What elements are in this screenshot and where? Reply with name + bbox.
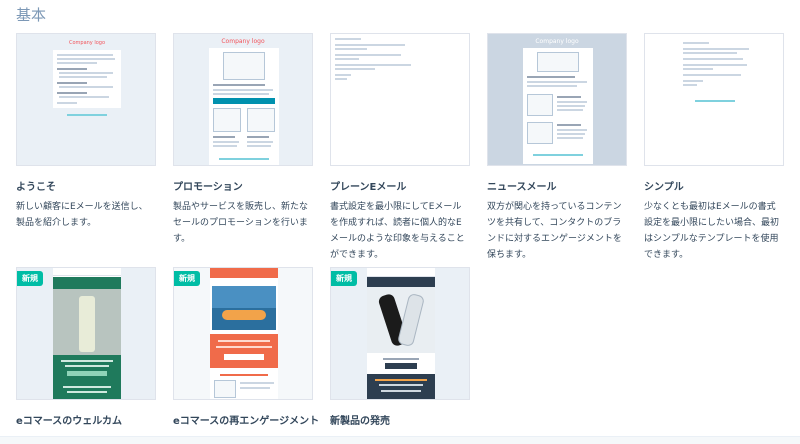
template-thumbnail-newsletter[interactable]: Company logo bbox=[487, 33, 627, 166]
template-title: 新製品の発売 bbox=[330, 416, 390, 427]
template-description: 少なくとも最初はEメールの書式設定を最小限にしたい場合、最初はシンプルなテンプレ… bbox=[644, 202, 780, 260]
template-title: ようこそ bbox=[16, 182, 56, 193]
template-title: シンプル bbox=[644, 182, 684, 193]
template-thumbnail-plain-email[interactable] bbox=[330, 33, 470, 166]
template-thumbnail-welcome[interactable]: Company logo bbox=[16, 33, 156, 166]
template-card-product-launch[interactable]: 新規 新製品の発売 bbox=[330, 267, 470, 427]
company-logo-text: Company logo bbox=[221, 38, 265, 45]
template-card-newsletter[interactable]: Company logo ニュースメール 双方が関心を持っているコンテンツを共有… bbox=[487, 33, 627, 263]
company-logo-text: Company logo bbox=[535, 38, 579, 45]
template-title: ニュースメール bbox=[487, 182, 557, 193]
new-badge: 新規 bbox=[174, 271, 200, 286]
template-title: プレーンEメール bbox=[330, 182, 407, 193]
template-title: eコマースのウェルカム bbox=[16, 416, 122, 427]
template-description: 書式設定を最小限にしてEメールを作成すれば、読者に個人的なEメールのような印象を… bbox=[330, 202, 465, 260]
template-card-plain-email[interactable]: プレーンEメール 書式設定を最小限にしてEメールを作成すれば、読者に個人的なEメ… bbox=[330, 33, 470, 263]
template-thumbnail-ecommerce-reengagement[interactable]: 新規 bbox=[173, 267, 313, 400]
new-badge: 新規 bbox=[331, 271, 357, 286]
template-card-promotion[interactable]: Company logo プロモーション 製品やサービスを販売し、新たなセールの… bbox=[173, 33, 313, 247]
template-thumbnail-simple[interactable] bbox=[644, 33, 784, 166]
template-thumbnail-promotion[interactable]: Company logo bbox=[173, 33, 313, 166]
template-card-welcome[interactable]: Company logo ようこそ 新しい顧客にEメールを送信し、製品を紹介しま… bbox=[16, 33, 156, 231]
template-description: 製品やサービスを販売し、新たなセールのプロモーションを行います。 bbox=[173, 202, 309, 244]
template-thumbnail-product-launch[interactable]: 新規 bbox=[330, 267, 470, 400]
template-title: プロモーション bbox=[173, 182, 243, 193]
template-thumbnail-ecommerce-welcome[interactable]: 新規 bbox=[16, 267, 156, 400]
template-title: eコマースの再エンゲージメント bbox=[173, 416, 320, 427]
template-description: 双方が関心を持っているコンテンツを共有して、コンタクトのブランドに対するエンゲー… bbox=[487, 202, 622, 260]
section-title: 基本 bbox=[16, 6, 47, 24]
template-card-simple[interactable]: シンプル 少なくとも最初はEメールの書式設定を最小限にしたい場合、最初はシンプル… bbox=[644, 33, 784, 263]
template-card-ecommerce-welcome[interactable]: 新規 eコマースのウェルカム bbox=[16, 267, 156, 427]
new-badge: 新規 bbox=[17, 271, 43, 286]
template-card-ecommerce-reengagement[interactable]: 新規 eコマースの再エンゲージメント bbox=[173, 267, 320, 427]
bottom-strip bbox=[0, 436, 800, 444]
template-description: 新しい顧客にEメールを送信し、製品を紹介します。 bbox=[16, 202, 148, 228]
company-logo-text: Company logo bbox=[68, 40, 106, 46]
